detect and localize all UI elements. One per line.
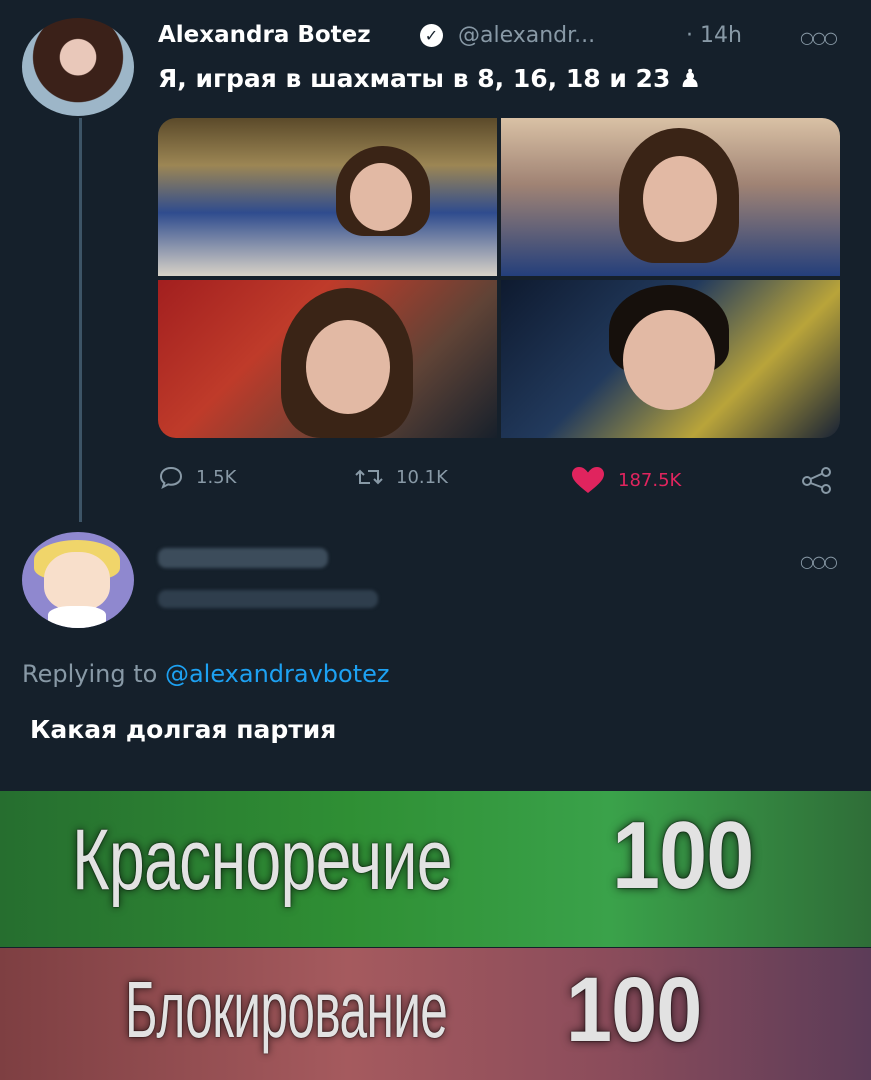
thread-connector-line (79, 118, 82, 522)
author-name[interactable]: Alexandra Botez (158, 22, 371, 48)
reply-count: 1.5K (196, 466, 237, 488)
retweet-icon (355, 469, 383, 485)
replying-to-link[interactable]: @alexandravbotez (165, 660, 390, 688)
retweet-count: 10.1K (396, 466, 448, 488)
meme-banner-eloquence: Красноречие 100 (0, 791, 871, 947)
reply-icon (159, 466, 183, 489)
photo-age-18[interactable] (158, 280, 497, 438)
retweet-action[interactable]: 10.1K (354, 465, 448, 489)
meme-value-eloquence: 100 (612, 802, 754, 909)
tweet-action-bar: 1.5K 10.1K 187.5K (158, 465, 840, 495)
like-count: 187.5K (618, 469, 682, 491)
photo-age-8[interactable] (158, 118, 497, 276)
replying-to-prefix: Replying to (22, 660, 158, 688)
author-handle[interactable]: @alexandr... (458, 23, 595, 48)
reply-action[interactable]: 1.5K (158, 465, 236, 489)
reply-more-options-icon[interactable]: ○○○ (800, 552, 838, 571)
more-options-icon[interactable]: ○○○ (800, 28, 838, 47)
share-action[interactable] (800, 465, 834, 495)
replying-to-line: Replying to @alexandravbotez (22, 660, 390, 688)
reply-author-avatar[interactable] (22, 532, 134, 628)
verified-badge-icon: ✓ (420, 24, 443, 47)
tweet-text: Я, играя в шахматы в 8, 16, 18 и 23 ♟ (158, 64, 702, 93)
tweet-photo-grid[interactable] (158, 118, 840, 438)
heart-icon (572, 467, 604, 493)
meme-value-block: 100 (566, 959, 702, 1061)
meme-banner-block: Блокирование 100 (0, 948, 871, 1080)
meme-label-eloquence: Красноречие (72, 812, 453, 908)
reply-author-handle-redacted (158, 590, 378, 608)
reply-author-name-redacted (158, 548, 328, 568)
photo-age-16[interactable] (501, 118, 840, 276)
share-icon (802, 467, 831, 494)
photo-age-23[interactable] (501, 280, 840, 438)
tweet-time[interactable]: · 14h (686, 23, 742, 48)
meme-label-block: Блокирование (125, 965, 448, 1054)
like-action[interactable]: 187.5K (570, 465, 681, 495)
reply-text: Какая долгая партия (30, 715, 337, 744)
author-avatar[interactable] (22, 18, 134, 116)
